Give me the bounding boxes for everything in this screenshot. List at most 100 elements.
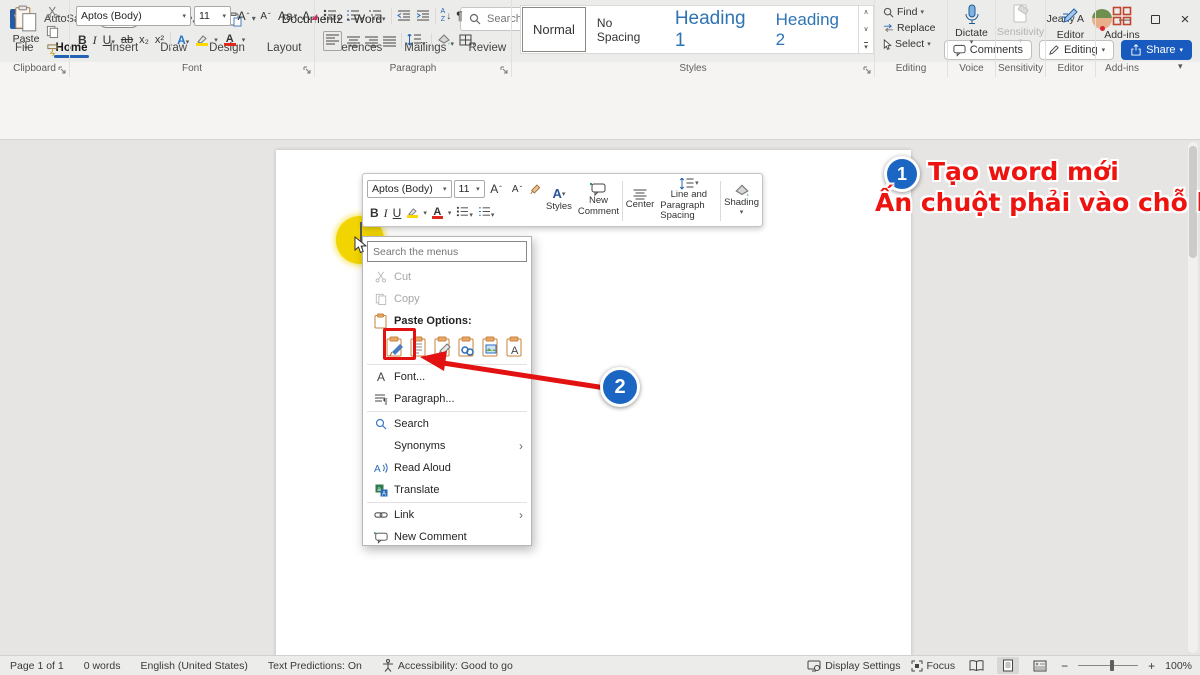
subscript-button[interactable]: x₂	[139, 34, 149, 46]
format-painter-icon[interactable]	[46, 44, 59, 57]
shading-button[interactable]: Shading ▾	[721, 174, 762, 226]
vertical-scrollbar[interactable]	[1188, 142, 1198, 653]
styles-scroll-down-icon[interactable]: ∨	[863, 25, 868, 33]
addins-button[interactable]: Add-ins	[1096, 6, 1148, 41]
align-center-button[interactable]	[347, 36, 360, 47]
page-indicator[interactable]: Page 1 of 1	[10, 660, 64, 672]
line-spacing-button[interactable]: ▾	[407, 34, 426, 49]
text-effects-button[interactable]: A▾	[177, 33, 189, 47]
change-case-button[interactable]: Aa▾	[278, 7, 297, 26]
numbering-button[interactable]: ▾	[346, 9, 364, 24]
dictate-button[interactable]: Dictate ▾	[948, 4, 995, 46]
new-comment-button[interactable]: New Comment	[575, 174, 622, 226]
borders-button[interactable]: ▾	[459, 34, 476, 49]
dialog-launcher-icon[interactable]	[500, 66, 508, 74]
style-heading2[interactable]: Heading 2	[766, 7, 858, 52]
menu-search-input[interactable]	[373, 246, 523, 258]
highlight-button[interactable]	[406, 208, 418, 218]
select-button[interactable]: Select▾	[883, 38, 936, 50]
bullets-button[interactable]: ▾	[323, 9, 341, 24]
paste-icon	[14, 5, 38, 33]
menu-item-synonyms[interactable]: Synonyms ›	[363, 435, 531, 457]
dialog-launcher-icon[interactable]	[863, 66, 871, 74]
grow-font-button[interactable]: Aˆ	[234, 7, 253, 26]
dialog-launcher-icon[interactable]	[303, 66, 311, 74]
shading-button[interactable]: ▾	[437, 34, 455, 49]
multilevel-list-button[interactable]: ▾	[368, 9, 386, 24]
grow-font-button[interactable]: Aˆ	[487, 180, 506, 199]
menu-search-box[interactable]	[367, 241, 527, 262]
editor-group: Editor Editor	[1046, 0, 1096, 77]
increase-indent-icon[interactable]	[416, 10, 430, 22]
styles-scroll-up-icon[interactable]: ∧	[863, 8, 868, 16]
collapse-ribbon-icon[interactable]: ▾	[1178, 62, 1183, 71]
annotation-step1-line1: Tạo word mới	[928, 157, 1119, 186]
replace-button[interactable]: Replace	[883, 22, 936, 34]
bullets-button[interactable]: ▾	[456, 206, 473, 220]
style-heading1[interactable]: Heading 1	[665, 7, 766, 52]
accessibility-status[interactable]: Accessibility: Good to go	[382, 659, 513, 672]
paste-button[interactable]: Paste ▾	[8, 5, 44, 52]
svg-text:¶: ¶	[383, 397, 388, 405]
menu-item-new-comment[interactable]: New Comment	[363, 526, 531, 548]
bold-button[interactable]: B	[370, 206, 379, 220]
display-settings-button[interactable]: Display Settings	[807, 660, 900, 672]
center-button[interactable]: Center	[623, 174, 658, 226]
font-size-combo[interactable]: 11▾	[454, 180, 485, 198]
menu-item-search[interactable]: Search	[363, 413, 531, 435]
focus-button[interactable]: Focus	[911, 660, 956, 672]
align-right-button[interactable]	[365, 36, 378, 47]
font-name-value: Aptos (Body)	[372, 183, 433, 195]
menu-item-link[interactable]: Link ›	[363, 504, 531, 526]
justify-button[interactable]	[383, 36, 396, 47]
style-normal[interactable]: Normal	[522, 7, 586, 52]
font-name-combo[interactable]: Aptos (Body)▾	[367, 180, 452, 198]
shrink-font-button[interactable]: Aˇ	[508, 180, 527, 199]
zoom-level[interactable]: 100%	[1165, 660, 1192, 672]
text-predictions[interactable]: Text Predictions: On	[268, 660, 362, 672]
line-spacing-button[interactable]: ▾ Line and Paragraph Spacing	[657, 174, 720, 226]
styles-gallery-button[interactable]: A▾ Styles	[543, 174, 575, 226]
style-no-spacing[interactable]: No Spacing	[587, 7, 665, 52]
sensitivity-button[interactable]: Sensitivity ▾	[996, 4, 1045, 45]
web-layout-button[interactable]	[1029, 657, 1051, 674]
menu-item-copy[interactable]: Copy	[363, 288, 531, 310]
shrink-font-button[interactable]: Aˇ	[256, 7, 275, 26]
highlight-button[interactable]	[195, 35, 208, 46]
zoom-out-button[interactable]: −	[1061, 659, 1068, 673]
copy-icon[interactable]	[46, 25, 59, 38]
italic-button[interactable]: I	[384, 206, 388, 221]
sort-button[interactable]: AZ↓	[441, 8, 452, 23]
superscript-button[interactable]: x²	[155, 34, 164, 46]
font-color-button[interactable]: A	[432, 207, 443, 219]
zoom-slider-thumb[interactable]	[1110, 660, 1114, 671]
font-name-combo[interactable]: Aptos (Body) ▾	[76, 6, 191, 26]
language-indicator[interactable]: English (United States)	[140, 660, 247, 672]
strikethrough-button[interactable]: ab	[121, 34, 133, 46]
font-size-combo[interactable]: 11 ▾	[194, 6, 231, 26]
bold-button[interactable]: B	[78, 33, 87, 47]
read-mode-button[interactable]	[965, 657, 987, 674]
dialog-launcher-icon[interactable]	[58, 66, 66, 74]
underline-button[interactable]: U	[393, 206, 402, 220]
align-left-button[interactable]	[323, 31, 342, 51]
styles-more-icon[interactable]: ▾	[864, 42, 868, 51]
underline-button[interactable]: U▾	[103, 33, 115, 47]
font-color-button[interactable]: A	[224, 34, 236, 46]
find-button[interactable]: Find▾	[883, 6, 936, 18]
close-button[interactable]: ×	[1170, 0, 1200, 38]
zoom-in-button[interactable]: +	[1148, 659, 1155, 673]
word-count[interactable]: 0 words	[84, 660, 121, 672]
menu-item-translate[interactable]: aA Translate	[363, 479, 531, 501]
italic-button[interactable]: I	[93, 33, 97, 48]
format-painter-icon[interactable]	[529, 183, 541, 196]
menu-item-cut[interactable]: Cut	[363, 266, 531, 288]
decrease-indent-icon[interactable]	[397, 10, 411, 22]
cut-icon[interactable]	[46, 6, 59, 19]
zoom-slider[interactable]	[1078, 665, 1138, 666]
print-layout-button[interactable]	[997, 657, 1019, 674]
show-hide-marks-button[interactable]: ¶	[456, 9, 462, 23]
menu-item-read-aloud[interactable]: A Read Aloud	[363, 457, 531, 479]
numbering-button[interactable]: ▾	[478, 206, 495, 220]
editor-button[interactable]: Editor	[1046, 6, 1095, 41]
